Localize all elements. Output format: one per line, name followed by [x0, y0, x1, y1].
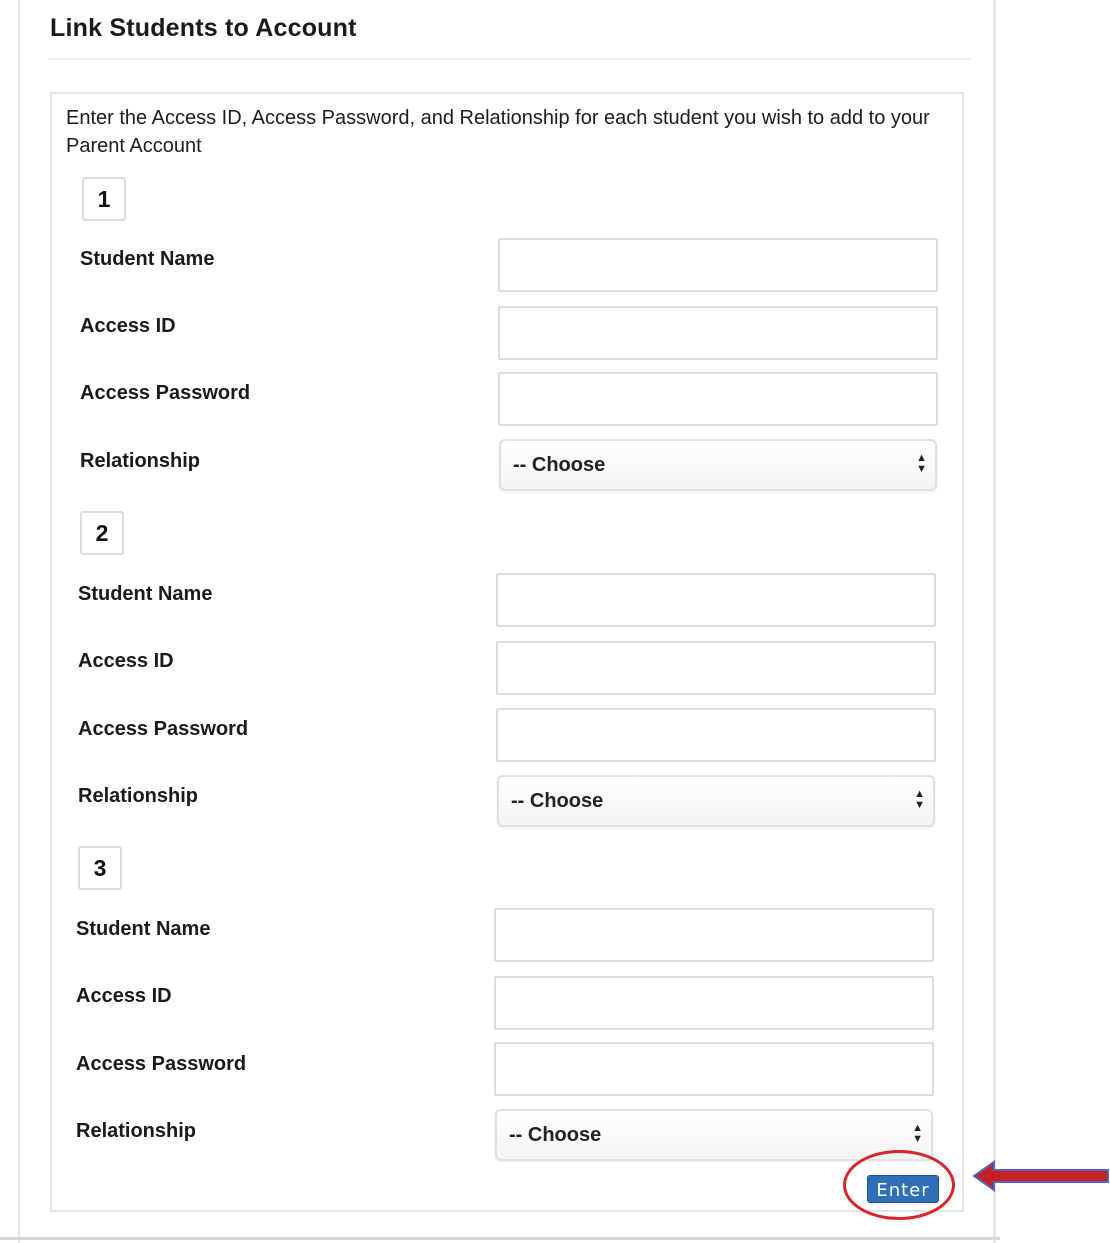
pointer-arrow-icon	[972, 1160, 1109, 1192]
student-number-badge: 1	[82, 177, 126, 221]
relationship-label: Relationship	[76, 1120, 197, 1142]
access-password-input[interactable]	[498, 372, 938, 426]
access-id-input[interactable]	[494, 976, 934, 1030]
access-id-input[interactable]	[498, 306, 938, 360]
access-password-label: Access Password	[76, 1053, 247, 1075]
select-arrows-icon: ▲ ▼	[916, 452, 927, 475]
select-arrows-icon: ▲ ▼	[912, 1122, 923, 1145]
instructions-text: Enter the Access ID, Access Password, an…	[66, 107, 930, 157]
relationship-select[interactable]: -- Choose ▲ ▼	[495, 1109, 933, 1161]
access-id-label: Access ID	[76, 985, 172, 1007]
relationship-selected-value: -- Choose	[509, 1124, 602, 1146]
student-name-label: Student Name	[78, 583, 213, 605]
access-password-input[interactable]	[496, 708, 936, 762]
access-id-label: Access ID	[80, 315, 176, 337]
relationship-select[interactable]: -- Choose ▲ ▼	[497, 775, 935, 827]
access-password-input[interactable]	[494, 1042, 934, 1096]
student-name-input[interactable]	[496, 573, 936, 627]
access-id-label: Access ID	[78, 650, 174, 672]
student-name-input[interactable]	[494, 908, 934, 962]
student-name-input[interactable]	[498, 238, 938, 292]
access-password-label: Access Password	[80, 382, 251, 404]
enter-button[interactable]: Enter	[867, 1175, 939, 1203]
bottom-divider	[0, 1237, 1000, 1240]
title-divider	[48, 58, 970, 60]
select-arrows-icon: ▲ ▼	[914, 788, 925, 811]
relationship-label: Relationship	[78, 785, 199, 807]
access-password-label: Access Password	[78, 718, 249, 740]
relationship-selected-value: -- Choose	[513, 454, 606, 476]
relationship-label: Relationship	[80, 450, 201, 472]
student-number-badge: 3	[78, 846, 122, 890]
relationship-selected-value: -- Choose	[511, 790, 604, 812]
student-name-label: Student Name	[76, 918, 211, 940]
student-number-badge: 2	[80, 511, 124, 555]
relationship-select[interactable]: -- Choose ▲ ▼	[499, 439, 937, 491]
student-name-label: Student Name	[80, 248, 215, 270]
access-id-input[interactable]	[496, 641, 936, 695]
page-title: Link Students to Account	[50, 14, 357, 42]
